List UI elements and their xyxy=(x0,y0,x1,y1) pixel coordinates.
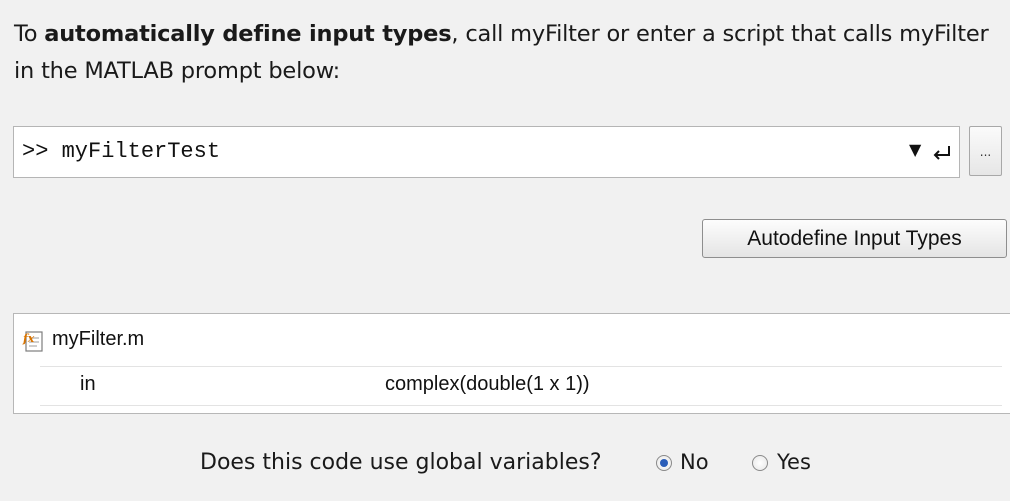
matlab-prompt-input[interactable]: >> myFilterTest ▼ xyxy=(13,126,960,178)
svg-text:fx: fx xyxy=(22,332,35,345)
file-row[interactable]: fx myFilter.m xyxy=(14,314,1010,358)
parameter-type[interactable]: complex(double(1 x 1)) xyxy=(385,373,590,396)
input-types-page: To automatically define input types, cal… xyxy=(0,0,1010,501)
file-input-table: fx myFilter.m in complex(double(1 x 1)) xyxy=(13,313,1010,414)
triangle-down-icon[interactable]: ▼ xyxy=(909,140,921,159)
instruction-prefix: To xyxy=(14,21,45,47)
no-radio-button[interactable] xyxy=(656,455,672,471)
instruction-bold: automatically define input types xyxy=(44,21,452,47)
parameter-row[interactable]: in complex(double(1 x 1)) xyxy=(40,366,1002,406)
prompt-value[interactable]: >> myFilterTest xyxy=(22,139,220,164)
instruction-text: To automatically define input types, cal… xyxy=(14,16,994,90)
global-variables-question: Does this code use global variables? xyxy=(200,450,602,475)
yes-radio-label[interactable]: Yes xyxy=(777,450,811,474)
yes-radio-button[interactable] xyxy=(752,455,768,471)
parameter-name: in xyxy=(80,373,96,395)
no-radio-label[interactable]: No xyxy=(680,450,709,474)
browse-button[interactable]: ... xyxy=(969,126,1002,176)
matlab-function-file-icon: fx xyxy=(22,331,43,352)
autodefine-input-types-button[interactable]: Autodefine Input Types xyxy=(702,219,1007,258)
return-arrow-icon[interactable] xyxy=(931,143,953,161)
file-name: myFilter.m xyxy=(52,328,145,350)
